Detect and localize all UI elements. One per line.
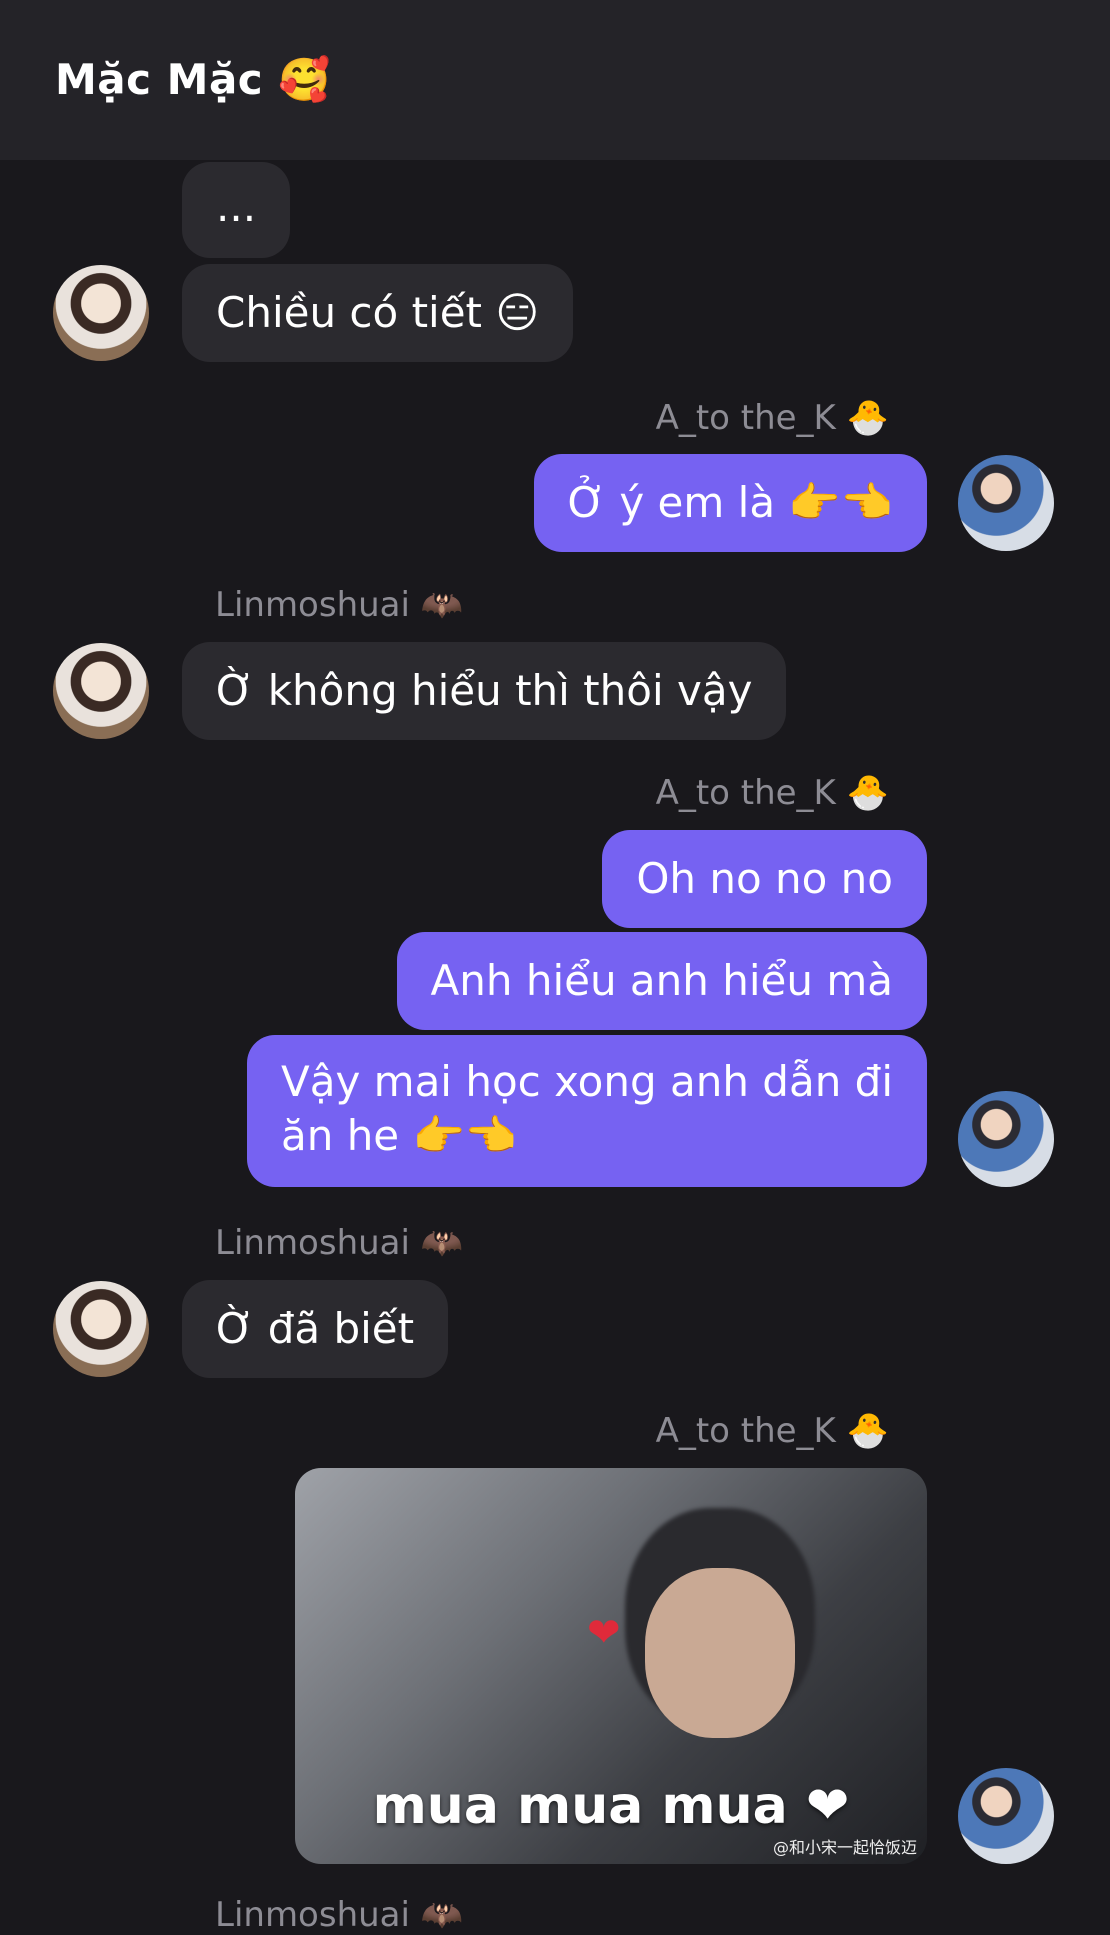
avatar-a-to-the-k[interactable] [958,1768,1054,1864]
sender-name: Linmoshuai 🦇 [215,1223,464,1263]
sender-name: A_to the_K 🐣 [655,773,889,813]
message-bubble[interactable]: Ờ đã biết [182,1280,449,1378]
avatar-linmoshuai[interactable] [53,643,149,739]
sender-name: A_to the_K 🐣 [655,1411,889,1451]
message-bubble[interactable]: Anh hiểu anh hiểu mà [396,932,927,1030]
avatar-a-to-the-k[interactable] [958,1091,1054,1187]
avatar-linmoshuai[interactable] [53,265,149,361]
sender-name: Linmoshuai 🦇 [215,1895,464,1935]
chat-header: Mặc Mặc 🥰 [0,0,1110,160]
message-bubble[interactable]: Vậy mai học xong anh dẫn đi ăn he 👉👈 [246,1035,927,1187]
avatar-linmoshuai[interactable] [53,1281,149,1377]
chat-title[interactable]: Mặc Mặc 🥰 [55,55,331,105]
message-bubble[interactable]: Chiều có tiết 😑 [182,264,574,362]
message-bubble[interactable]: Ở ý em là 👉👈 [533,454,927,552]
message-bubble[interactable]: ... [182,162,291,258]
message-bubble[interactable]: Ờ không hiểu thì thôi vậy [182,642,787,740]
avatar-a-to-the-k[interactable] [958,455,1054,551]
image-watermark: @和小宋一起恰饭迈 [772,1838,917,1857]
message-line: ăn he 👉👈 [280,1111,518,1160]
sender-name: A_to the_K 🐣 [655,398,889,438]
photo-face [645,1568,795,1738]
message-line: Vậy mai học xong anh dẫn đi [280,1057,893,1106]
message-bubble[interactable]: Oh no no no [602,830,927,928]
sender-name: Linmoshuai 🦇 [215,585,464,625]
image-caption: mua mua mua ❤ [372,1776,850,1836]
heart-icon: ❤ [587,1610,621,1656]
image-message[interactable]: ❤ mua mua mua ❤ @和小宋一起恰饭迈 [295,1468,927,1864]
